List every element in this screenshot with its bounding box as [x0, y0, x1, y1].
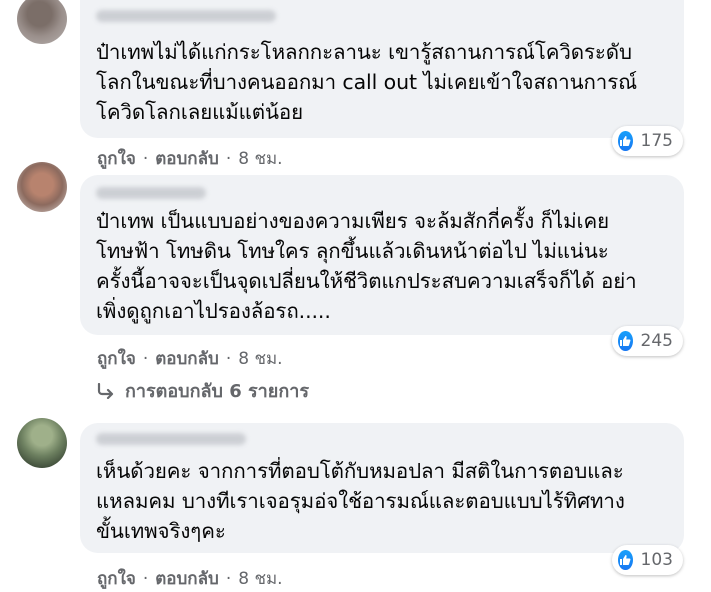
avatar[interactable]: [17, 162, 67, 212]
comment-actions: ถูกใจ · ตอบกลับ · 8 ชม.: [97, 565, 283, 592]
comment-text: ป๋าเทพไม่ได้แก่กระโหลกกะลานะ เขารู้สถานก…: [96, 40, 638, 124]
timestamp[interactable]: 8 ชม.: [238, 565, 282, 592]
comment-text: เห็นด้วยคะ จากการที่ตอบโต้กับหมอปลา มีสต…: [96, 459, 625, 543]
like-thumb-icon: [618, 331, 633, 351]
separator: ·: [225, 348, 232, 369]
avatar[interactable]: [17, 418, 67, 468]
author-name-blurred[interactable]: [96, 10, 276, 22]
reply-link[interactable]: ตอบกลับ: [155, 565, 219, 592]
reply-link[interactable]: ตอบกลับ: [155, 145, 219, 172]
like-thumb-icon: [618, 131, 633, 151]
author-name-blurred[interactable]: [96, 433, 246, 445]
like-link[interactable]: ถูกใจ: [97, 145, 136, 172]
reaction-count-pill[interactable]: 245: [612, 326, 683, 356]
separator: ·: [142, 348, 149, 369]
like-link[interactable]: ถูกใจ: [97, 345, 136, 372]
reaction-count: 103: [640, 550, 673, 570]
reaction-count-pill[interactable]: 103: [612, 545, 683, 575]
timestamp[interactable]: 8 ชม.: [238, 145, 282, 172]
view-replies-label[interactable]: การตอบกลับ 6 รายการ: [125, 376, 309, 405]
separator: ·: [225, 148, 232, 169]
comment-bubble: เห็นด้วยคะ จากการที่ตอบโต้กับหมอปลา มีสต…: [80, 423, 684, 553]
view-replies-link[interactable]: การตอบกลับ 6 รายการ: [97, 376, 309, 405]
comment-text: ป๋าเทพ เป็นแบบอย่างของความเพียร จะล้มสัก…: [96, 209, 637, 323]
author-name-blurred[interactable]: [96, 187, 206, 199]
avatar[interactable]: [17, 0, 67, 44]
comment-bubble: ป๋าเทพ เป็นแบบอย่างของความเพียร จะล้มสัก…: [80, 175, 684, 335]
comment-bubble: ป๋าเทพไม่ได้แก่กระโหลกกะลานะ เขารู้สถานก…: [80, 0, 684, 138]
separator: ·: [225, 568, 232, 589]
timestamp[interactable]: 8 ชม.: [238, 345, 282, 372]
reply-link[interactable]: ตอบกลับ: [155, 345, 219, 372]
separator: ·: [142, 148, 149, 169]
like-link[interactable]: ถูกใจ: [97, 565, 136, 592]
comment-actions: ถูกใจ · ตอบกลับ · 8 ชม.: [97, 345, 283, 372]
reaction-count: 175: [640, 131, 673, 151]
like-thumb-icon: [618, 550, 633, 570]
reaction-count-pill[interactable]: 175: [612, 126, 683, 156]
reaction-count: 245: [640, 331, 673, 351]
separator: ·: [142, 568, 149, 589]
comment-actions: ถูกใจ · ตอบกลับ · 8 ชม.: [97, 145, 283, 172]
reply-arrow-icon: [97, 382, 114, 399]
